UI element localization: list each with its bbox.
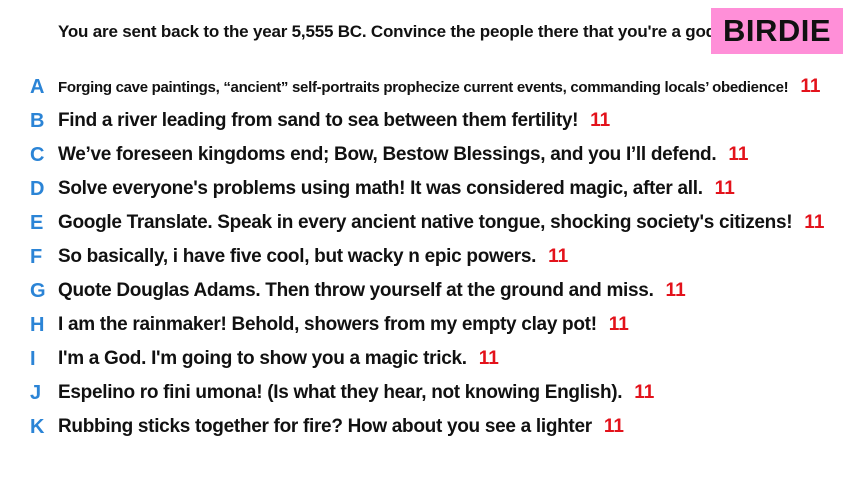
answer-text: So basically, i have five cool, but wack… xyxy=(58,246,537,267)
answer-letter: E xyxy=(30,211,44,234)
answer-content: I'm a God. I'm going to show you a magic… xyxy=(58,348,499,370)
answer-text: I'm a God. I'm going to show you a magic… xyxy=(58,348,467,369)
answer-score: 11 xyxy=(714,178,735,199)
answer-row-i: I I'm a God. I'm going to show you a mag… xyxy=(0,344,853,374)
answer-row-h: H I am the rainmaker! Behold, showers fr… xyxy=(0,310,853,340)
answer-text: Forging cave paintings, “ancient” self-p… xyxy=(58,79,789,96)
answer-text: Google Translate. Speak in every ancient… xyxy=(58,212,793,233)
answer-row-e: E Google Translate. Speak in every ancie… xyxy=(0,208,853,238)
answer-score: 11 xyxy=(590,110,611,131)
answer-row-j: J Espelino ro fini umona! (Is what they … xyxy=(0,378,853,408)
answer-content: We’ve foreseen kingdoms end; Bow, Bestow… xyxy=(58,144,748,166)
answer-content: I am the rainmaker! Behold, showers from… xyxy=(58,314,629,336)
answer-text: Find a river leading from sand to sea be… xyxy=(58,110,579,131)
answer-content: Find a river leading from sand to sea be… xyxy=(58,110,610,132)
answer-score: 11 xyxy=(548,246,569,267)
answer-letter: A xyxy=(30,75,45,98)
answer-row-f: F So basically, i have five cool, but wa… xyxy=(0,242,853,272)
birdie-badge: BIRDIE xyxy=(711,8,843,54)
answer-score: 11 xyxy=(603,416,624,437)
answer-content: Quote Douglas Adams. Then throw yourself… xyxy=(58,280,686,302)
answer-row-b: B Find a river leading from sand to sea … xyxy=(0,106,853,136)
answer-score: 11 xyxy=(800,76,821,97)
answer-row-a: A Forging cave paintings, “ancient” self… xyxy=(0,72,853,102)
answer-text: We’ve foreseen kingdoms end; Bow, Bestow… xyxy=(58,144,717,165)
answer-letter: B xyxy=(30,109,45,132)
answer-row-d: D Solve everyone's problems using math! … xyxy=(0,174,853,204)
answer-letter: K xyxy=(30,415,45,438)
answer-row-g: G Quote Douglas Adams. Then throw yourse… xyxy=(0,276,853,306)
answer-content: Espelino ro fini umona! (Is what they he… xyxy=(58,382,654,404)
answer-letter: J xyxy=(30,381,42,404)
answer-score: 11 xyxy=(728,144,749,165)
answer-content: Forging cave paintings, “ancient” self-p… xyxy=(58,76,820,98)
answer-content: Rubbing sticks together for fire? How ab… xyxy=(58,416,624,438)
answer-letter: H xyxy=(30,313,45,336)
answer-letter: C xyxy=(30,143,45,166)
answer-text: I am the rainmaker! Behold, showers from… xyxy=(58,314,597,335)
answer-text: Espelino ro fini umona! (Is what they he… xyxy=(58,382,623,403)
answer-score: 11 xyxy=(804,212,825,233)
answer-score: 11 xyxy=(634,382,655,403)
answer-row-c: C We’ve foreseen kingdoms end; Bow, Best… xyxy=(0,140,853,170)
answer-text: Solve everyone's problems using math! It… xyxy=(58,178,703,199)
prompt-text: You are sent back to the year 5,555 BC. … xyxy=(58,22,721,41)
answer-text: Quote Douglas Adams. Then throw yourself… xyxy=(58,280,654,301)
answer-score: 11 xyxy=(478,348,499,369)
answer-letter: I xyxy=(30,347,36,370)
answer-row-k: K Rubbing sticks together for fire? How … xyxy=(0,412,853,442)
answer-score: 11 xyxy=(608,314,629,335)
answer-letter: F xyxy=(30,245,43,268)
answer-content: Google Translate. Speak in every ancient… xyxy=(58,212,824,234)
answer-letter: D xyxy=(30,177,45,200)
answer-content: Solve everyone's problems using math! It… xyxy=(58,178,735,200)
answer-letter: G xyxy=(30,279,46,302)
answer-score: 11 xyxy=(665,280,686,301)
answer-text: Rubbing sticks together for fire? How ab… xyxy=(58,416,592,437)
answer-content: So basically, i have five cool, but wack… xyxy=(58,246,568,268)
